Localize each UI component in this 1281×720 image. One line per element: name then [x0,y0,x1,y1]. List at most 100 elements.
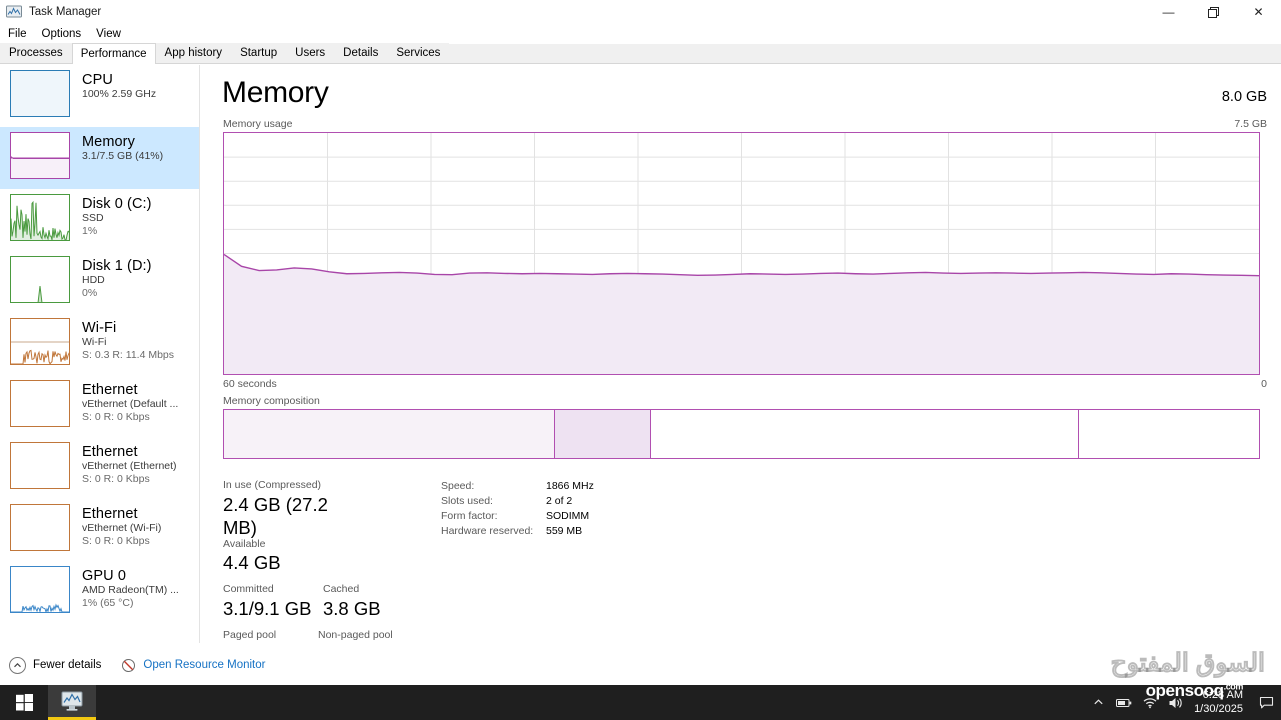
open-resource-monitor-link[interactable]: Open Resource Monitor [121,658,265,673]
sidebar-item-sub2: 1% (65 °C) [82,596,134,609]
spec-value: 559 MB [546,525,583,537]
sidebar-item-sub1: Wi-Fi [82,336,107,349]
stat-label: Committed [223,583,274,596]
tab-services[interactable]: Services [387,43,450,63]
sidebar-item-disk-0-c[interactable]: Disk 0 (C:) SSD 1% [0,189,199,251]
sidebar-item-label: Ethernet [82,382,138,398]
menu-item-options[interactable]: Options [35,27,89,41]
window-title: Task Manager [29,6,102,18]
windows-logo-icon [15,694,33,711]
stat-cached: Cached 3.8 GB [323,584,403,620]
sidebar-item-sub1: vEthernet (Default ... [82,398,179,411]
start-button[interactable] [0,685,48,720]
sidebar-item-disk-1-d[interactable]: Disk 1 (D:) HDD 0% [0,251,199,313]
close-button[interactable]: ✕ [1236,0,1281,24]
tab-performance[interactable]: Performance [71,43,156,64]
sidebar-item-ethernet[interactable]: Ethernet vEthernet (Default ... S: 0 R: 0 … [0,375,199,437]
stat-label: Cached [323,583,360,596]
fewer-details-button[interactable]: Fewer details [9,656,101,674]
sidebar-thumbnail-graph [10,504,70,551]
resource-sidebar[interactable]: CPU 100% 2.59 GHz Memory 3.1/7.5 GB (41%) … [0,65,200,643]
tab-processes[interactable]: Processes [0,43,72,63]
sidebar-item-ethernet[interactable]: Ethernet vEthernet (Ethernet) S: 0 R: 0 Kb… [0,437,199,499]
sidebar-thumbnail-graph [10,194,70,241]
sidebar-item-sub1: 3.1/7.5 GB (41%) [82,150,164,163]
status-bar: Fewer details Open Resource Monitor [0,645,1281,685]
menu-bar: File Options View [0,24,1281,44]
open-resource-monitor-label: Open Resource Monitor [143,659,266,671]
sidebar-item-label: Disk 1 (D:) [82,258,152,274]
sidebar-item-gpu-0[interactable]: GPU 0 AMD Radeon(TM) ... 1% (65 °C) [0,561,199,623]
sidebar-item-text: Wi-Fi Wi-Fi S: 0.3 R: 11.4 Mbps [82,318,174,362]
sidebar-item-label: Wi-Fi [82,320,117,336]
stat-in-use-compressed: In use (Compressed) 2.4 GB (27.2 MB) [223,479,363,539]
stat-row: Committed 3.1/9.1 GB Cached 3.8 GB [223,584,438,620]
spec-key: Speed: [441,480,475,492]
tray-expand-icon[interactable] [1085,685,1111,720]
composition-segment-free[interactable] [1077,410,1259,458]
stat-value: 3.8 GB [323,598,381,620]
sidebar-thumbnail-graph [10,132,70,179]
tab-users[interactable]: Users [286,43,335,63]
sidebar-item-sub1: vEthernet (Wi-Fi) [82,522,162,535]
notifications-icon[interactable] [1251,685,1281,720]
sidebar-item-memory[interactable]: Memory 3.1/7.5 GB (41%) [0,127,199,189]
tab-startup[interactable]: Startup [231,43,287,63]
sidebar-item-sub2: S: 0 R: 0 Kbps [82,534,150,547]
panel-header: Memory 8.0 GB [201,65,1281,110]
memory-usage-caption: Memory usage [223,118,293,130]
sidebar-item-ethernet[interactable]: Ethernet vEthernet (Wi-Fi) S: 0 R: 0 Kbps [0,499,199,561]
sidebar-item-sub2: 0% [82,286,98,299]
minimize-button[interactable]: — [1146,0,1191,24]
tab-app-history[interactable]: App history [155,43,232,63]
sidebar-thumbnail-graph [10,380,70,427]
stat-label: In use (Compressed) [223,479,322,491]
sidebar-item-sub1: 100% 2.59 GHz [82,88,157,101]
stat-value: 4.4 GB [223,552,281,574]
menu-item-view[interactable]: View [89,27,128,41]
sidebar-item-label: CPU [82,72,113,88]
chevron-up-icon [9,656,26,674]
sidebar-thumbnail-graph [10,566,70,613]
sidebar-item-label: Disk 0 (C:) [82,196,152,212]
sidebar-item-text: Ethernet vEthernet (Wi-Fi) S: 0 R: 0 Kbps [82,504,161,548]
memory-stats-right: Speed: 1866 MHz Slots used: 2 of 2 Form fact… [441,480,841,540]
memory-usage-max: 7.5 GB [1234,118,1267,130]
graph-axis-left: 60 seconds [223,378,277,390]
sidebar-item-cpu[interactable]: CPU 100% 2.59 GHz [0,65,199,127]
battery-icon[interactable] [1111,685,1137,720]
taskbar-task-manager-button[interactable] [48,685,96,720]
menu-item-file[interactable]: File [1,27,34,41]
stat-value: 3.1/9.1 GB [223,598,312,620]
stat-label: Available [223,537,266,550]
sidebar-item-sub2: S: 0 R: 0 Kbps [82,472,150,485]
tab-strip: Processes Performance App history Startu… [0,43,1281,64]
memory-detail-panel: Memory 8.0 GB Memory usage 7.5 GB 60 sec… [201,65,1281,665]
stat-committed: Committed 3.1/9.1 GB [223,584,323,620]
sidebar-item-sub2: 1% [82,224,98,237]
memory-composition-caption: Memory composition [223,395,320,407]
memory-composition-bar[interactable] [223,409,1260,459]
watermark-brand-text: opensooq [1145,681,1224,700]
restore-button[interactable] [1191,0,1236,24]
watermark-arabic: السوق المفتوح [1110,649,1265,678]
sidebar-item-text: Ethernet vEthernet (Ethernet) S: 0 R: 0 Kb… [82,442,177,486]
spec-value: 1866 MHz [546,480,594,492]
composition-segment-standby[interactable] [650,410,1078,458]
sidebar-item-sub1: AMD Radeon(TM) ... [82,584,179,597]
task-manager-icon [5,4,23,20]
sidebar-item-text: Disk 1 (D:) HDD 0% [82,256,152,300]
graph-axis-right: 0 [1261,378,1267,390]
composition-segment-in-use[interactable] [224,410,555,458]
sidebar-item-text: GPU 0 AMD Radeon(TM) ... 1% (65 °C) [82,566,179,610]
tab-details[interactable]: Details [334,43,388,63]
composition-segment-modified[interactable] [554,410,651,458]
clock-date: 1/30/2025 [1194,702,1243,715]
sidebar-item-text: Memory 3.1/7.5 GB (41%) [82,132,163,163]
window-controls: — ✕ [1146,0,1281,24]
task-manager-icon [61,691,83,711]
sidebar-item-wi-fi[interactable]: Wi-Fi Wi-Fi S: 0.3 R: 11.4 Mbps [0,313,199,375]
watermark-tld: .com [1223,681,1244,692]
sidebar-thumbnail-graph [10,442,70,489]
sidebar-item-sub2: S: 0 R: 0 Kbps [82,410,150,423]
